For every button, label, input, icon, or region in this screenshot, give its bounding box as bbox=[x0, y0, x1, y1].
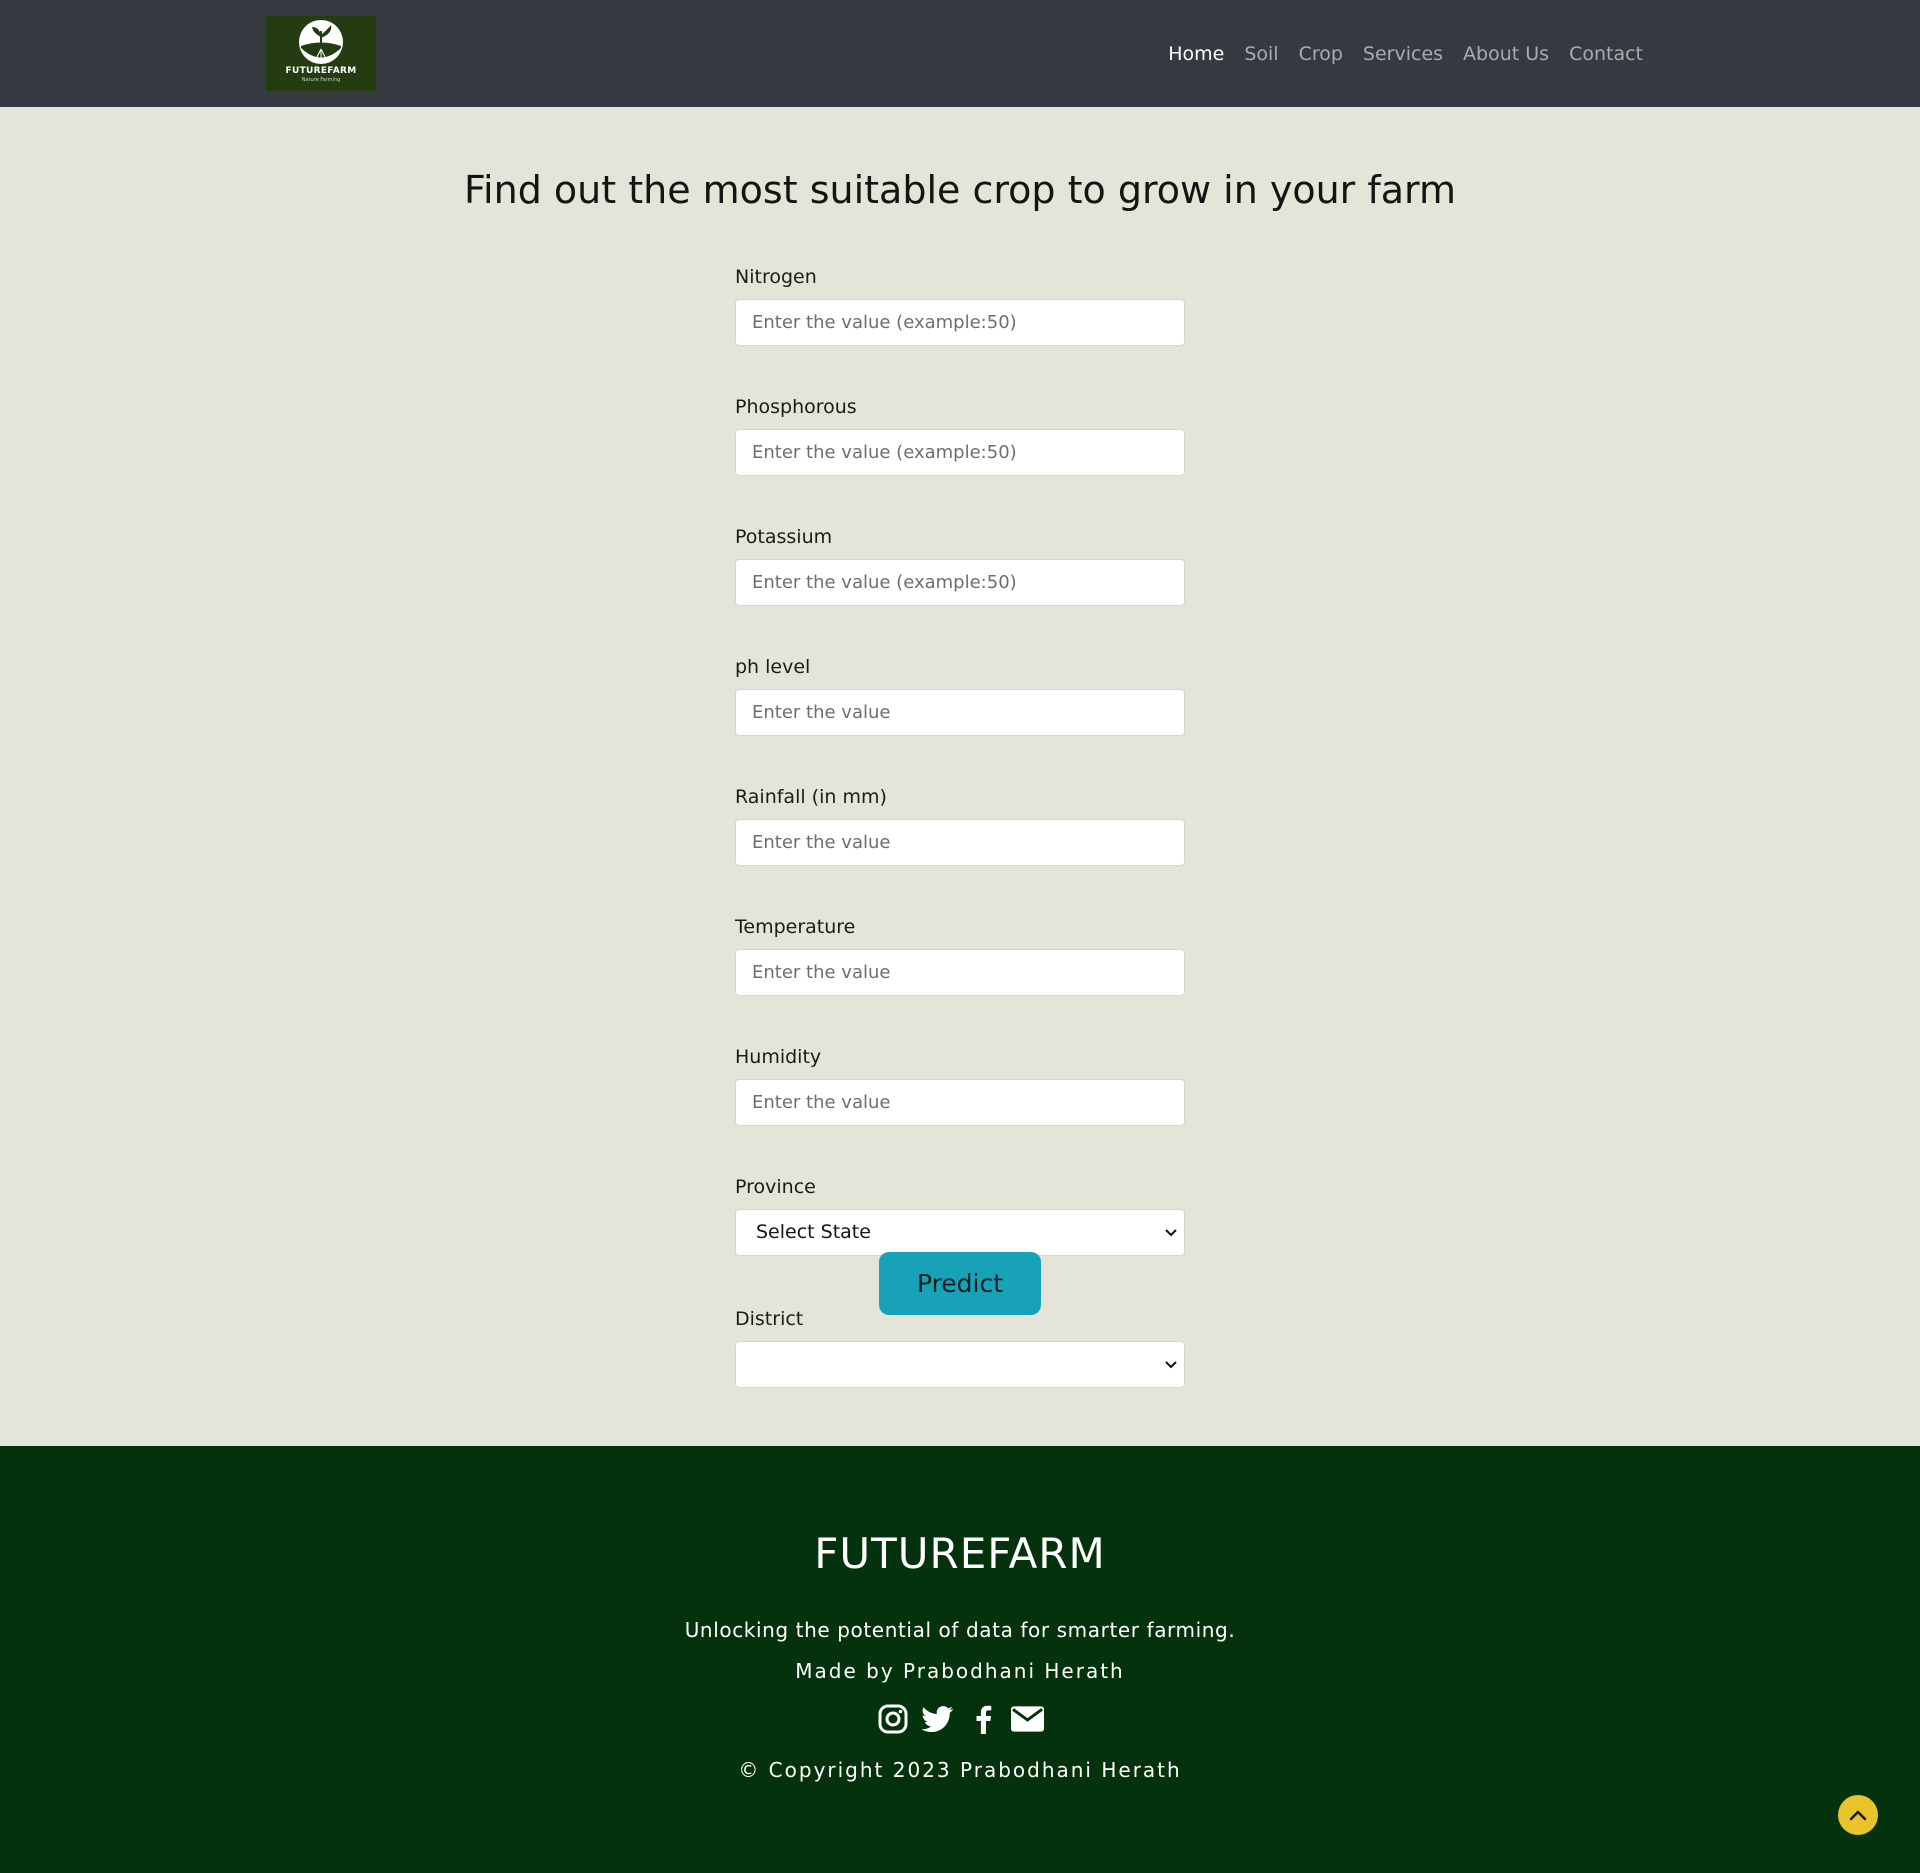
facebook-icon[interactable] bbox=[966, 1702, 999, 1735]
ph-level-label: ph level bbox=[735, 656, 811, 678]
logo-tagline: Nature Farming bbox=[301, 77, 341, 83]
potassium-input[interactable] bbox=[735, 559, 1185, 606]
main-nav: Home Soil Crop Services About Us Contact bbox=[1148, 0, 1643, 107]
footer-brand: FUTUREFARM bbox=[814, 1529, 1106, 1578]
province-selected-value: Select State bbox=[756, 1221, 871, 1243]
province-select[interactable]: Select State bbox=[735, 1209, 1185, 1256]
footer: FUTUREFARM Unlocking the potential of da… bbox=[0, 1446, 1920, 1873]
footer-copyright: © Copyright 2023 Prabodhani Herath bbox=[738, 1758, 1182, 1782]
humidity-input[interactable] bbox=[735, 1079, 1185, 1126]
humidity-label: Humidity bbox=[735, 1046, 822, 1068]
temperature-input[interactable] bbox=[735, 949, 1185, 996]
nav-home[interactable]: Home bbox=[1168, 43, 1224, 65]
back-to-top-button[interactable] bbox=[1838, 1795, 1878, 1835]
rainfall-input[interactable] bbox=[735, 819, 1185, 866]
crop-form: Nitrogen Phosphorous Potassium ph level … bbox=[735, 258, 1185, 1388]
ph-level-field: ph level bbox=[735, 648, 1185, 736]
temperature-field: Temperature bbox=[735, 908, 1185, 996]
nav-crop[interactable]: Crop bbox=[1299, 43, 1343, 65]
twitter-icon[interactable] bbox=[921, 1702, 954, 1735]
chevron-down-icon bbox=[1165, 1229, 1177, 1237]
nav-services[interactable]: Services bbox=[1363, 43, 1443, 65]
navbar: FUTUREFARM Nature Farming Home Soil Crop… bbox=[0, 0, 1920, 107]
footer-tagline: Unlocking the potential of data for smar… bbox=[684, 1618, 1236, 1642]
nitrogen-label: Nitrogen bbox=[735, 266, 817, 288]
phosphorous-label: Phosphorous bbox=[735, 396, 857, 418]
page-title: Find out the most suitable crop to grow … bbox=[463, 168, 1457, 212]
nav-contact[interactable]: Contact bbox=[1569, 43, 1643, 65]
province-label: Province bbox=[735, 1176, 816, 1198]
sprout-logo-icon bbox=[299, 20, 343, 64]
ph-level-input[interactable] bbox=[735, 689, 1185, 736]
logo[interactable]: FUTUREFARM Nature Farming bbox=[266, 16, 376, 91]
district-select[interactable] bbox=[735, 1341, 1185, 1388]
humidity-field: Humidity bbox=[735, 1038, 1185, 1126]
potassium-field: Potassium bbox=[735, 518, 1185, 606]
social-links bbox=[0, 1702, 1920, 1735]
province-field: Province Select State bbox=[735, 1168, 1185, 1256]
phosphorous-field: Phosphorous bbox=[735, 388, 1185, 476]
nav-soil[interactable]: Soil bbox=[1244, 43, 1278, 65]
potassium-label: Potassium bbox=[735, 526, 833, 548]
phosphorous-input[interactable] bbox=[735, 429, 1185, 476]
footer-made-by: Made by Prabodhani Herath bbox=[795, 1659, 1125, 1683]
rainfall-field: Rainfall (in mm) bbox=[735, 778, 1185, 866]
chevron-up-icon bbox=[1849, 1810, 1867, 1821]
rainfall-label: Rainfall (in mm) bbox=[735, 786, 887, 808]
instagram-icon[interactable] bbox=[876, 1702, 909, 1735]
logo-name: FUTUREFARM bbox=[285, 66, 357, 76]
chevron-down-icon bbox=[1165, 1361, 1177, 1369]
mail-icon[interactable] bbox=[1011, 1702, 1044, 1735]
nav-about-us[interactable]: About Us bbox=[1463, 43, 1549, 65]
predict-button[interactable]: Predict bbox=[879, 1252, 1041, 1315]
nitrogen-input[interactable] bbox=[735, 299, 1185, 346]
temperature-label: Temperature bbox=[735, 916, 856, 938]
nitrogen-field: Nitrogen bbox=[735, 258, 1185, 346]
